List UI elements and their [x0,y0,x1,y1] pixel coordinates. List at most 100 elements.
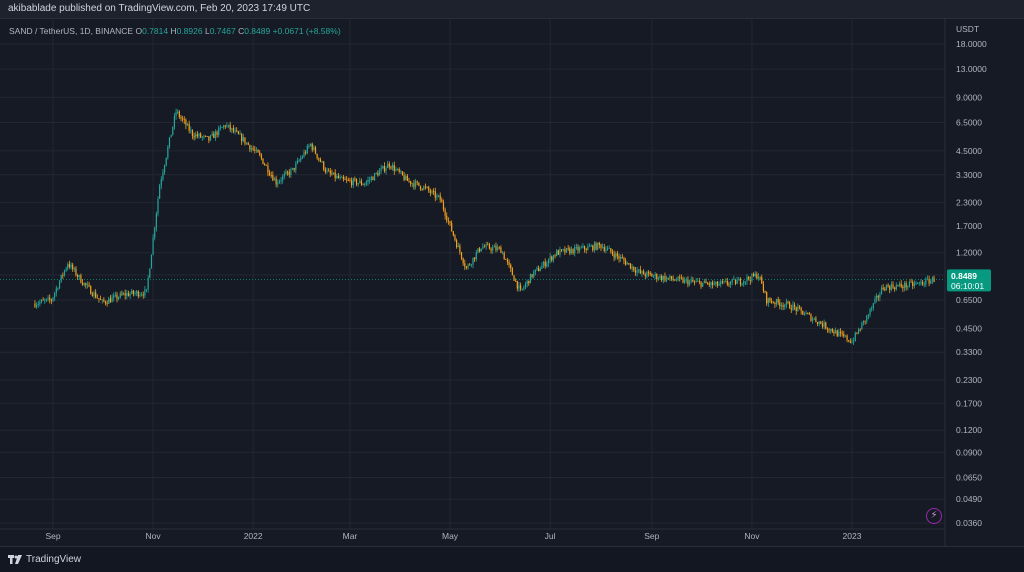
time-tick-label: 2023 [843,531,862,541]
candle-body [839,331,842,333]
candle-body [647,272,650,273]
candle-body [912,281,914,286]
chart-area[interactable]: 18.0000 13.0000 9.0000 6.5000 4.5000 3.3000 2.… [0,18,1024,547]
candle-body [474,257,476,260]
candle-body [908,281,911,287]
candle-body [874,298,876,304]
candle-body [485,244,487,247]
candle-body [49,297,51,300]
candle-body [185,120,187,126]
candle-body [68,264,71,267]
candle-body [748,276,750,280]
candle-body [177,111,179,113]
candle-body [897,285,899,287]
candle-body [554,255,556,257]
candle-body [602,247,604,248]
candle-body [495,246,497,250]
candle-body [707,283,709,284]
candle-body [628,263,630,264]
candle-body [313,147,315,150]
candle-body [779,302,781,307]
candle-body [508,261,510,265]
candle-body [196,134,198,137]
candle-body [797,306,799,312]
candle-body [186,124,189,126]
candle-body [649,272,651,275]
candle-body [834,330,837,334]
candle-body [741,284,743,285]
candle-body [37,303,39,305]
price-axis-unit: USDT [956,24,980,34]
candle-body [521,288,523,290]
candle-body [864,320,866,322]
candle-body [894,287,896,290]
candle-body [588,246,591,248]
candle-body [795,306,797,312]
candle-body [866,315,868,322]
candle-body [423,186,425,190]
tradingview-logo[interactable]: TradingView [8,554,81,565]
candle-body [60,275,62,282]
candle-body [319,159,322,162]
candle-body [728,284,730,285]
candle-body [413,183,415,187]
candle-body [444,209,446,216]
candle-body [63,270,66,276]
candle-body [692,279,694,282]
candle-body [536,267,538,270]
candle-body [920,282,922,283]
candle-body [241,133,243,142]
candle-body [234,130,236,132]
candle-body [118,297,120,299]
candle-body [793,304,796,307]
candle-body [767,298,769,304]
candle-body [670,276,673,280]
candle-body [367,179,369,183]
candle-body [249,144,251,150]
candle-body [308,145,310,147]
price-tick-label: 0.0900 [956,447,982,457]
candle-body [597,242,599,250]
candle-body [526,280,528,285]
price-tick-label: 0.2300 [956,375,982,385]
candle-body [408,180,410,182]
candle-body [823,322,825,327]
candle-body [483,246,486,248]
candle-body [96,297,98,299]
candle-body [539,268,541,272]
candle-body [216,131,218,135]
price-tick-label: 0.4500 [956,323,982,333]
candle-body [629,263,632,269]
candle-body [323,161,325,170]
candle-body [201,136,203,138]
candle-body [807,313,809,315]
lightning-icon[interactable]: ⚡ [926,508,942,524]
candle-body [342,176,344,180]
candle-body [303,152,305,157]
price-chart[interactable]: 18.0000 13.0000 9.0000 6.5000 4.5000 3.3000 2.… [0,19,1024,547]
candle-body [239,133,241,135]
candle-body [247,142,249,145]
candle-body [684,279,686,283]
price-tick-label: 1.2000 [956,248,982,258]
candle-body [506,260,509,262]
candle-body [72,264,74,270]
candle-body [355,179,358,185]
candle-body [492,247,494,251]
candle-body [418,182,420,186]
candle-body [58,281,61,289]
candle-body [565,248,568,253]
candle-body [414,181,417,187]
candle-body [772,302,774,304]
candle-body [442,202,445,210]
candle-body [180,117,182,119]
candle-body [808,313,810,315]
candle-body [623,258,625,261]
candle-body [329,170,331,174]
candle-body [703,281,705,283]
candle-body [880,287,883,295]
candle-body [685,279,687,281]
candle-body [784,305,786,307]
candle-body [490,248,492,251]
price-tick-label: 0.1700 [956,398,982,408]
